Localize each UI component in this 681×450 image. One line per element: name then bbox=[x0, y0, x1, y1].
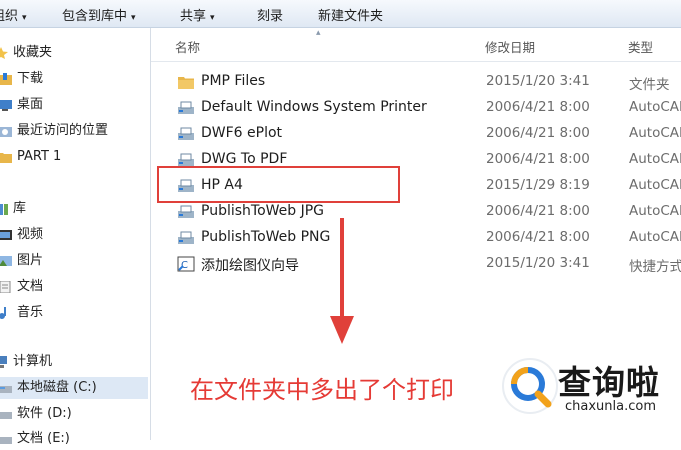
svg-text:C: C bbox=[181, 260, 188, 271]
file-row[interactable]: Default Windows System Printer 2006/4/21… bbox=[171, 97, 681, 119]
sidebar-item-desktop[interactable]: 桌面 bbox=[0, 94, 43, 116]
video-icon bbox=[0, 229, 12, 241]
music-icon bbox=[0, 307, 12, 319]
plotter-icon bbox=[177, 204, 195, 220]
file-row[interactable]: PublishToWeb JPG 2006/4/21 8:00 AutoCAD bbox=[171, 201, 681, 223]
arrow-down-icon bbox=[330, 218, 354, 344]
sidebar-item-recent-places[interactable]: 最近访问的位置 bbox=[0, 120, 108, 142]
burn-button[interactable]: 刻录 bbox=[257, 5, 283, 24]
wizard-shortcut-icon: C bbox=[177, 256, 195, 272]
sort-ascending-icon: ▴ bbox=[316, 28, 321, 38]
documents-icon bbox=[0, 280, 12, 294]
sidebar-item-downloads[interactable]: 下载 bbox=[0, 68, 43, 90]
file-row[interactable]: DWF6 ePlot 2006/4/21 8:00 AutoCAD bbox=[171, 123, 681, 145]
organize-menu[interactable]: 组织▾ bbox=[0, 5, 27, 24]
sidebar-item-favorites[interactable]: 收藏夹 bbox=[0, 42, 52, 64]
sidebar-item-pictures[interactable]: 图片 bbox=[0, 250, 43, 272]
sidebar-item-documents[interactable]: 文档 bbox=[0, 276, 43, 298]
sidebar-item-drive-d[interactable]: 软件 (D:) bbox=[0, 403, 72, 425]
column-header-type[interactable]: 类型 bbox=[628, 37, 653, 56]
sidebar-item-part1[interactable]: PART 1 bbox=[0, 146, 61, 168]
plotter-icon bbox=[177, 100, 195, 116]
download-folder-icon bbox=[0, 73, 12, 85]
include-in-library-menu[interactable]: 包含到库中 ▾ bbox=[62, 5, 136, 24]
recent-places-icon bbox=[0, 125, 12, 137]
watermark-url: chaxunla.com bbox=[565, 399, 656, 414]
navigation-pane: 收藏夹 下载 桌面 最近访问的位置 PART 1 库 视频 图片 文档 音乐 计… bbox=[0, 28, 151, 446]
folder-icon bbox=[177, 74, 195, 90]
drive-icon bbox=[0, 433, 12, 445]
watermark-title: 查询啦 bbox=[558, 363, 660, 402]
sidebar-item-videos[interactable]: 视频 bbox=[0, 224, 43, 246]
plotter-icon bbox=[177, 230, 195, 246]
computer-icon bbox=[0, 356, 8, 368]
star-icon bbox=[0, 47, 8, 59]
magnifier-logo-icon bbox=[502, 358, 558, 414]
desktop-icon bbox=[0, 99, 12, 111]
file-row[interactable]: PMP Files 2015/1/20 3:41 文件夹 bbox=[171, 71, 681, 93]
sidebar-item-computer[interactable]: 计算机 bbox=[0, 351, 52, 373]
file-row[interactable]: PublishToWeb PNG 2006/4/21 8:00 AutoCAD bbox=[171, 227, 681, 249]
new-folder-button[interactable]: 新建文件夹 bbox=[318, 5, 383, 24]
column-header-name[interactable]: 名称 bbox=[175, 37, 200, 56]
sidebar-item-libraries[interactable]: 库 bbox=[0, 198, 26, 220]
file-row[interactable]: C 添加绘图仪向导 2015/1/20 3:41 快捷方式 bbox=[171, 253, 681, 275]
plotter-icon bbox=[177, 126, 195, 142]
column-header-row: ▴ 名称 修改日期 类型 bbox=[151, 28, 681, 62]
annotation-caption: 在文件夹中多出了个打印 bbox=[190, 376, 454, 404]
pictures-icon bbox=[0, 255, 12, 267]
folder-icon bbox=[0, 151, 12, 163]
sidebar-item-drive-c[interactable]: 本地磁盘 (C:) bbox=[0, 377, 148, 399]
watermark-logo: 查询啦 chaxunla.com bbox=[498, 352, 681, 426]
highlight-box bbox=[157, 166, 400, 203]
drive-icon bbox=[0, 408, 12, 420]
command-bar: 组织▾ 包含到库中▾ 共享▾ 刻录 新建文件夹 bbox=[0, 0, 681, 28]
sidebar-item-music[interactable]: 音乐 bbox=[0, 302, 43, 324]
sidebar-item-drive-e[interactable]: 文档 (E:) bbox=[0, 428, 70, 450]
drive-icon bbox=[0, 382, 12, 394]
column-header-date-modified[interactable]: 修改日期 bbox=[485, 37, 535, 56]
share-menu[interactable]: 共享 ▾ bbox=[180, 5, 215, 24]
library-icon bbox=[0, 203, 8, 215]
